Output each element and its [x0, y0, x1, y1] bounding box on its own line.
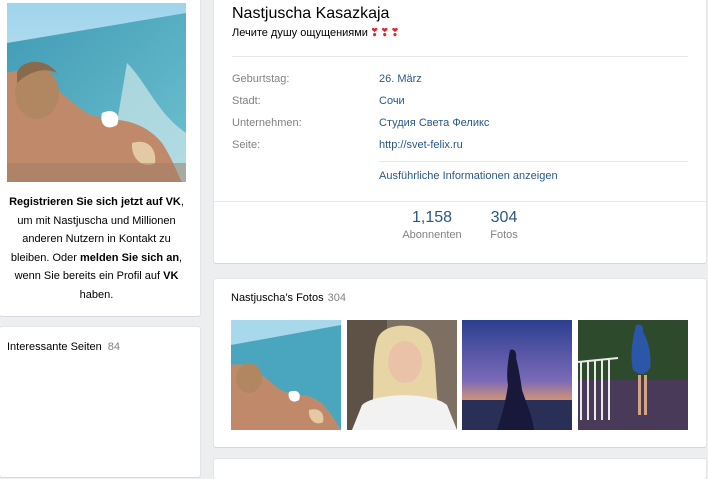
photos-count: 304: [327, 292, 346, 304]
login-link[interactable]: melden Sie sich an: [80, 252, 179, 264]
counter-label: Fotos: [490, 229, 518, 241]
next-card: [214, 459, 706, 479]
vk-link[interactable]: VK: [163, 270, 178, 282]
info-label: Seite:: [232, 139, 261, 151]
status-text: Лечите душу ощущениями: [232, 27, 368, 39]
divider: [379, 161, 688, 162]
info-label: Stadt:: [232, 95, 261, 107]
counter-label: Abonnenten: [402, 229, 462, 241]
photos-title: Nastjuscha's Fotos: [231, 292, 324, 304]
profile-name: Nastjuscha Kasazkaja: [232, 5, 390, 22]
profile-info-card: Nastjuscha Kasazkaja Лечите душу ощущени…: [214, 0, 706, 263]
photos-header[interactable]: Nastjuscha's Fotos 304: [231, 292, 346, 304]
photo-thumbnail[interactable]: [231, 320, 341, 430]
interesting-pages-header[interactable]: Interessante Seiten 84: [7, 341, 120, 353]
interesting-pages-count: 84: [107, 341, 121, 353]
photo-thumbnail[interactable]: [578, 320, 688, 430]
counter-followers[interactable]: 1,158 Abonnenten: [398, 209, 466, 241]
photos-card: Nastjuscha's Fotos 304: [214, 279, 706, 447]
register-prompt: Registrieren Sie sich jetzt auf VK, um m…: [9, 196, 184, 301]
info-value-website[interactable]: http://svet-felix.ru: [379, 139, 463, 151]
photo-thumbnail[interactable]: [462, 320, 572, 430]
info-value-birthday[interactable]: 26. März: [379, 73, 422, 85]
counter-photos[interactable]: 304 Fotos: [482, 209, 526, 241]
profile-avatar-card: Registrieren Sie sich jetzt auf VK, um m…: [0, 0, 200, 316]
hearts-icon: ❣❣❣: [369, 27, 401, 39]
divider: [214, 201, 706, 202]
profile-status: Лечите душу ощущениями ❣❣❣: [232, 26, 401, 39]
register-link[interactable]: Registrieren Sie sich jetzt auf VK: [9, 196, 181, 208]
interesting-pages-card: Interessante Seiten 84: [0, 327, 200, 477]
counter-number: 1,158: [411, 209, 453, 226]
info-value-city[interactable]: Сочи: [379, 95, 405, 107]
show-full-info-link[interactable]: Ausführliche Informationen anzeigen: [379, 170, 558, 182]
counter-number: 304: [490, 209, 518, 226]
info-label: Geburtstag:: [232, 73, 290, 85]
profile-avatar[interactable]: [7, 3, 186, 182]
interesting-pages-label: Interessante Seiten: [7, 341, 102, 353]
divider: [232, 56, 688, 57]
info-value-company[interactable]: Студия Света Феликс: [379, 117, 489, 129]
photo-thumbnail[interactable]: [347, 320, 457, 430]
info-label: Unternehmen:: [232, 117, 302, 129]
